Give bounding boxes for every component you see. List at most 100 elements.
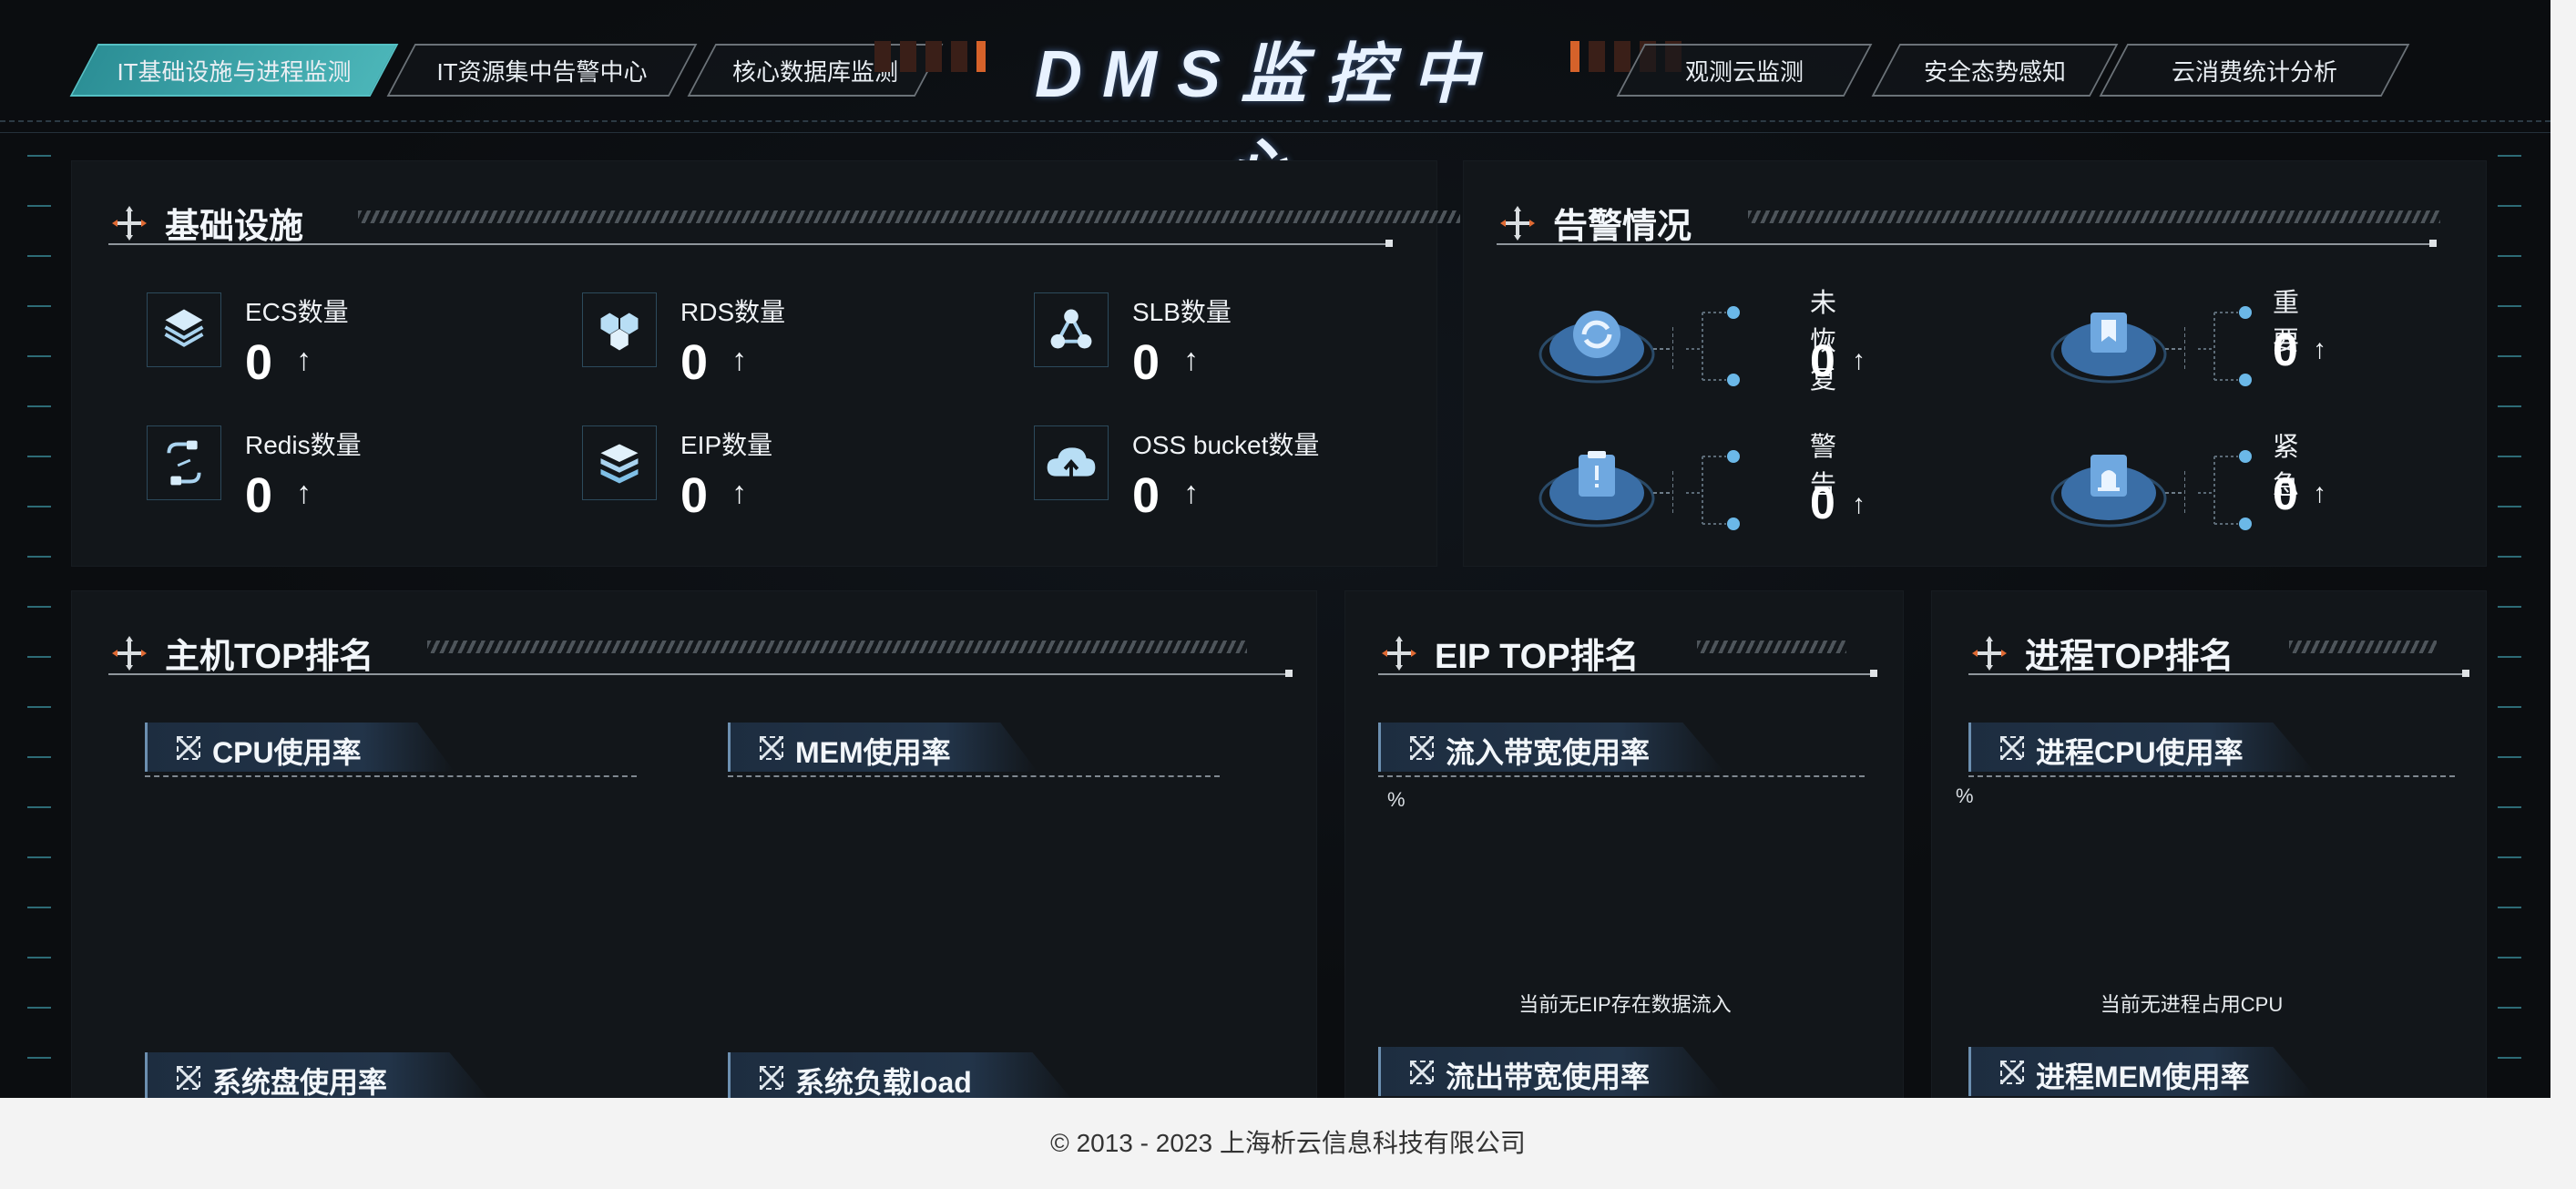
stat-ecs: ECS数量 0 ↑: [147, 292, 349, 391]
title-underline: [1968, 670, 2469, 677]
subsection-mem-usage: MEM使用率: [728, 723, 1220, 777]
subsection-title: 流入带宽使用率: [1446, 736, 1651, 769]
stat-rds: RDS数量 0 ↑: [582, 292, 785, 391]
subsection-title: 系统负载load: [795, 1066, 972, 1098]
expand-icon: [760, 736, 783, 760]
subsection-disk-usage: 系统盘使用率: [145, 1052, 637, 1098]
infra-panel-title: 基础设施: [165, 208, 304, 246]
bookmark-icon: [2050, 313, 2185, 384]
move-crosshair-icon: [1382, 635, 1416, 671]
nav-tab-alarm-center[interactable]: IT资源集中告警中心: [386, 44, 698, 97]
node-connector-icon: [1686, 450, 1740, 530]
nav-tab-label: 云消费统计分析: [2171, 57, 2337, 86]
nav-tab-label: IT基础设施与进程监测: [117, 57, 352, 86]
stat-label: SLB数量: [1132, 298, 1232, 326]
stat-slb: SLB数量 0 ↑: [1034, 292, 1232, 391]
stat-label: EIP数量: [680, 431, 773, 459]
node-connector-icon: [2198, 306, 2252, 386]
alarm-value: 0: [1810, 335, 1835, 386]
expand-icon: [2000, 1061, 2024, 1084]
nav-tab-label: IT资源集中告警中心: [436, 57, 648, 86]
expand-icon: [1410, 736, 1434, 760]
trend-up-icon: ↑: [1852, 345, 1866, 375]
alarm-value: 0: [1810, 477, 1835, 528]
nav-tab-label: 核心数据库监测: [731, 57, 898, 86]
trend-up-icon: ↑: [1183, 342, 1200, 377]
subsection-title: 系统盘使用率: [212, 1066, 388, 1098]
side-ticks-right: [2498, 155, 2525, 1098]
hatch-decoration: [358, 210, 1460, 223]
infra-panel-header: 基础设施: [108, 198, 303, 248]
refresh-icon: [1538, 311, 1673, 384]
trend-up-icon: ↑: [2313, 334, 2326, 364]
node-connector-icon: [1686, 306, 1740, 386]
expand-icon: [177, 1066, 200, 1090]
eip-top-panel: EIP TOP排名 流入带宽使用率 % 当前无EIP存在数据流入 流出带宽使用率: [1344, 590, 1904, 1098]
host-top-header: 主机TOP排名: [108, 628, 373, 678]
title-decoration-left: [874, 38, 986, 75]
stat-value: 0: [245, 335, 273, 390]
siren-icon: [2050, 455, 2185, 528]
stat-oss: OSS bucket数量 0 ↑: [1034, 425, 1319, 524]
title-underline: [108, 670, 1293, 677]
hatch-decoration: [2289, 641, 2437, 653]
alarm-value: 0: [2273, 468, 2298, 519]
infra-panel: 基础设施 ECS数量 0 ↑ RDS数量 0 ↑ SLB数量 0 ↑ Redis数量 …: [71, 160, 1460, 567]
nav-tab-security[interactable]: 安全态势感知: [1871, 44, 2119, 97]
subsection-system-load: 系统负载load: [728, 1052, 1220, 1098]
expand-icon: [177, 736, 200, 760]
eip-top-title: EIP TOP排名: [1435, 638, 1640, 676]
expand-icon: [760, 1066, 783, 1090]
move-crosshair-icon: [112, 205, 147, 241]
stat-label: Redis数量: [245, 431, 362, 459]
nav-tab-observability[interactable]: 观测云监测: [1616, 44, 1873, 97]
host-top-title: 主机TOP排名: [165, 638, 374, 676]
nav-tab-cloud-cost[interactable]: 云消费统计分析: [2099, 44, 2410, 97]
move-crosshair-icon: [1972, 635, 2007, 671]
layers-icon: [147, 292, 221, 367]
empty-state-message: 当前无进程占用CPU: [2100, 993, 2284, 1016]
node-connector-icon: [2198, 450, 2252, 530]
subsection-title: CPU使用率: [212, 736, 362, 769]
hatch-decoration: [1748, 210, 2440, 223]
clipboard-alert-icon: [1538, 451, 1673, 528]
empty-state-message: 当前无EIP存在数据流入: [1518, 993, 1732, 1016]
server-stack-icon: [582, 425, 657, 500]
subsection-process-cpu: 进程CPU使用率: [1968, 723, 2455, 777]
trend-up-icon: ↑: [1183, 475, 1200, 510]
trend-up-icon: ↑: [296, 475, 312, 510]
process-top-title: 进程TOP排名: [2025, 638, 2234, 676]
nav-tab-it-infra[interactable]: IT基础设施与进程监测: [69, 44, 399, 97]
trend-up-icon: ↑: [731, 475, 748, 510]
network-nodes-icon: [1034, 292, 1109, 367]
stat-label: OSS bucket数量: [1132, 431, 1320, 459]
expand-icon: [2000, 736, 2024, 760]
alarm-value: 0: [2273, 324, 2298, 375]
move-crosshair-icon: [112, 635, 147, 671]
stat-value: 0: [1132, 468, 1160, 523]
stat-label: RDS数量: [680, 298, 786, 326]
hatch-decoration: [1697, 641, 1846, 653]
eip-top-header: EIP TOP排名: [1378, 628, 1640, 678]
subsection-title: MEM使用率: [795, 736, 951, 769]
subsection-title: 流出带宽使用率: [1446, 1061, 1651, 1093]
stat-eip: EIP数量 0 ↑: [582, 425, 772, 524]
stat-value: 0: [245, 468, 273, 523]
nav-tab-label: 观测云监测: [1684, 57, 1804, 86]
stat-redis: Redis数量 0 ↑: [147, 425, 362, 524]
trend-up-icon: ↑: [2313, 478, 2326, 508]
alarm-panel-header: 告警情况: [1497, 198, 1692, 248]
subsection-process-mem: 进程MEM使用率: [1968, 1047, 2455, 1098]
hatch-decoration: [427, 641, 1247, 653]
title-underline: [108, 240, 1393, 247]
database-cluster-icon: [582, 292, 657, 367]
subsection-title: 进程CPU使用率: [2036, 736, 2244, 769]
stat-value: 0: [680, 335, 709, 390]
trend-up-icon: ↑: [1852, 489, 1866, 519]
title-underline: [1378, 670, 1877, 677]
stat-value: 0: [680, 468, 709, 523]
expand-icon: [1410, 1061, 1434, 1084]
plug-icon: [147, 425, 221, 500]
header-divider: [0, 120, 2550, 133]
subsection-inbound-bandwidth: 流入带宽使用率: [1378, 723, 1865, 777]
